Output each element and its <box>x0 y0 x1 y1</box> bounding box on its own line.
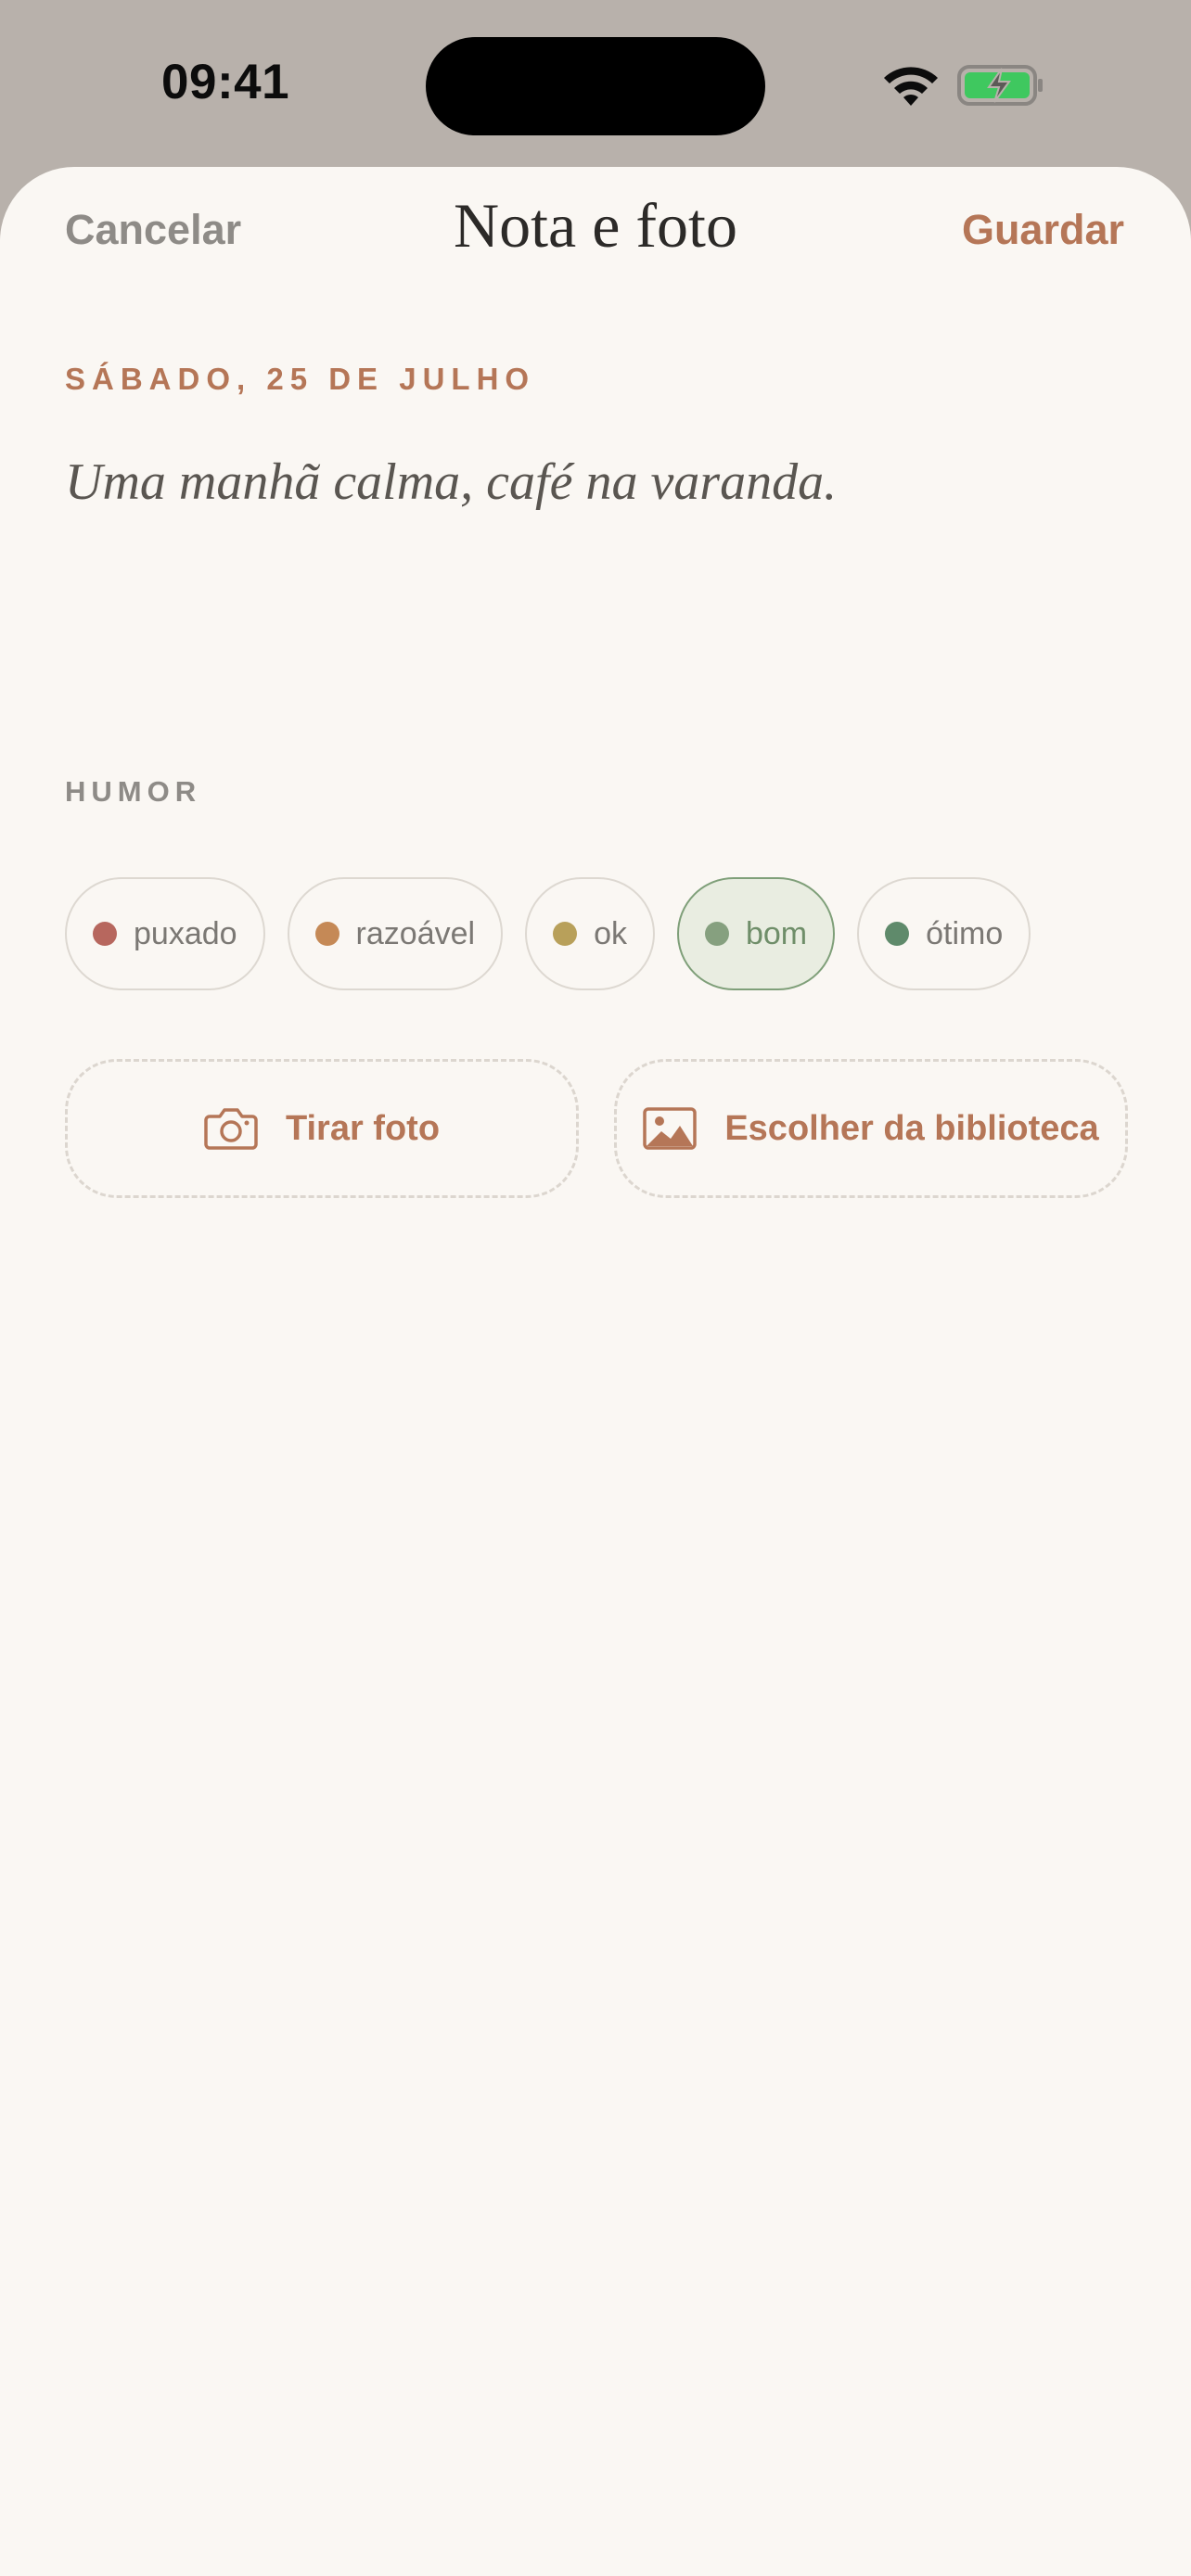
mood-section-label: HUMOR <box>65 775 202 808</box>
battery-charging-icon <box>957 65 1043 106</box>
mood-option-label: puxado <box>134 915 237 951</box>
mood-option-label: bom <box>745 915 808 951</box>
take-photo-label: Tirar foto <box>285 1108 441 1148</box>
wifi-icon <box>884 67 938 106</box>
mood-option-otimo[interactable]: ótimo <box>857 877 1031 990</box>
mood-option-label: ótimo <box>926 915 1004 951</box>
mood-dot <box>93 922 117 946</box>
mood-dot <box>553 922 578 946</box>
status-time: 09:41 <box>161 55 290 109</box>
mood-option-ok[interactable]: ok <box>525 877 655 990</box>
mood-option-bom[interactable]: bom <box>676 877 836 990</box>
mood-option-puxado[interactable]: puxado <box>65 877 265 990</box>
camera-icon <box>204 1107 258 1150</box>
save-button[interactable]: Guardar <box>962 206 1124 254</box>
mood-dot <box>704 922 729 946</box>
photo-actions: Tirar foto Escolher da biblioteca <box>65 1059 1128 1198</box>
mood-option-label: ok <box>594 915 627 951</box>
status-bar: 09:41 <box>0 0 1191 167</box>
mood-option-razoavel[interactable]: razoável <box>287 877 504 990</box>
mood-selector: puxado razoável ok bom ótimo <box>65 877 1031 994</box>
choose-from-library-button[interactable]: Escolher da biblioteca <box>614 1059 1128 1198</box>
entry-date: SÁBADO, 25 DE JULHO <box>65 362 536 396</box>
mood-option-label: razoável <box>355 915 476 951</box>
dynamic-island <box>426 37 765 135</box>
note-sheet: Cancelar Nota e foto Guardar SÁBADO, 25 … <box>0 167 1191 2576</box>
take-photo-button[interactable]: Tirar foto <box>65 1059 579 1198</box>
mood-dot <box>314 922 339 946</box>
mood-dot <box>885 922 910 946</box>
note-text-field[interactable]: Uma manhã calma, café na varanda. <box>65 453 837 512</box>
photo-library-icon <box>643 1107 698 1150</box>
choose-from-library-label: Escolher da biblioteca <box>724 1108 1099 1148</box>
